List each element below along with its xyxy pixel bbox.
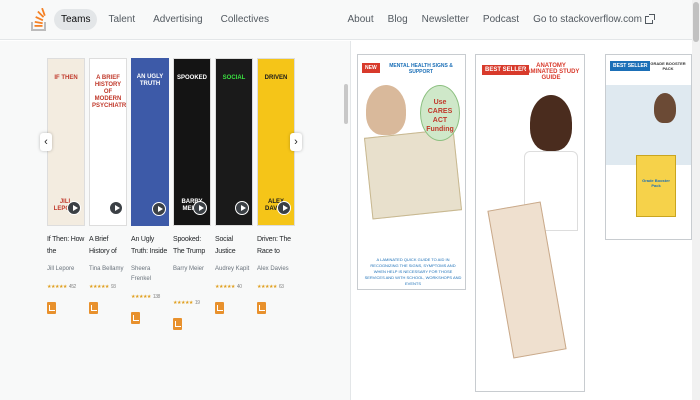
audio-play-icon[interactable] [152,202,166,216]
nav-about[interactable]: About [345,9,377,30]
ad-anatomy-guide[interactable]: BEST SELLER ANATOMY LAMINATED STUDY GUID… [475,54,585,392]
ad-badge-best-seller: BEST SELLER [610,61,651,71]
prime-badge-icon [131,312,140,324]
ad-pack-image: Grade Booster Pack [636,155,676,217]
nav-go-to-stackoverflow-label: Go to stackoverflow.com [533,14,642,25]
book-author[interactable]: Alex Davies [257,264,295,274]
secondary-nav: About Blog Newsletter Podcast Go to stac… [345,9,656,30]
ad-guide-image [363,128,463,220]
book-cover[interactable]: SPOOKED BARRY MEIER [173,58,211,226]
book-cover-title: AN UGLY TRUTH [136,74,164,87]
book-cover[interactable]: IF THEN JILL LEPORE [47,58,85,226]
book-cover-title: DRIVEN [264,75,288,81]
rating-count: 19 [194,300,200,306]
prime-badge-icon [215,302,224,314]
book-title[interactable]: Social Justice Sources from the Worldwid… [215,234,253,258]
star-rating-icons: ★★★★★ [47,284,67,290]
ad-caption: A LAMINATED QUICK GUIDE TO AID IN RECOGN… [364,257,462,286]
star-rating: ★★★★★ 138 [131,294,169,300]
ad-mental-health[interactable]: NEW MENTAL HEALTH SIGNS & SUPPORT Use CA… [357,54,466,290]
book-card[interactable]: IF THEN JILL LEPORE If Then: How the Sim… [47,58,85,314]
book-author[interactable]: Barry Meier [173,264,211,274]
nav-blog[interactable]: Blog [385,9,411,30]
ad-headline: GRADE BOOSTER PACK [650,61,686,71]
carousel-next-button[interactable]: › [290,133,302,151]
book-cover-title: SOCIAL [222,75,246,81]
ad-headline: ANATOMY LAMINATED STUDY GUIDE [522,63,580,81]
nav-collectives[interactable]: Collectives [214,9,276,30]
star-rating: ★★★★★ 93 [89,284,127,290]
star-rating: ★★★★★ 40 [215,284,253,290]
page-scrollbar[interactable] [692,0,700,400]
star-rating-icons: ★★★★★ [257,284,277,290]
rating-count: 93 [110,284,116,290]
rating-count: 138 [152,294,160,300]
prime-badge-icon [47,302,56,314]
book-title[interactable]: Spooked: The Trump Dossier, Black Cube, … [173,234,211,258]
audio-play-icon[interactable] [277,201,291,215]
ad-pack-label: Grade Booster Pack [642,178,670,188]
book-cover[interactable]: A BRIEF HISTORY OF MODERN PSYCHIATRY [89,58,127,226]
ad-headline: MENTAL HEALTH SIGNS & SUPPORT [389,63,453,75]
book-card[interactable]: SOCIAL Social Justice Sources from the W… [215,58,253,314]
rating-count: 40 [236,284,242,290]
panel-divider [350,41,351,400]
book-title[interactable]: An Ugly Truth: Inside Facebook's Battle … [131,234,169,258]
rating-count: 63 [278,284,284,290]
top-navbar: Teams Talent Advertising Collectives Abo… [0,0,700,40]
ad-classroom-image [606,85,691,165]
book-author[interactable]: Tina Bellamy [89,264,127,274]
prime-badge-icon [257,302,266,314]
nav-talent[interactable]: Talent [101,9,142,30]
star-rating-icons: ★★★★★ [89,284,109,290]
star-rating-icons: ★★★★★ [131,294,151,300]
ad-person-image [530,95,572,151]
ad-callout: Use CARES ACT Funding [420,85,460,141]
prime-badge-icon [89,302,98,314]
audio-play-icon[interactable] [67,201,81,215]
book-title[interactable]: A Brief History of Modern Psycho... [89,234,127,258]
star-rating-icons: ★★★★★ [173,300,193,306]
rating-count: 452 [68,284,76,290]
audio-play-icon[interactable] [193,201,207,215]
book-author[interactable]: Jill Lepore [47,264,85,274]
book-author[interactable]: Sheera Frenkel [131,264,169,284]
star-rating: ★★★★★ 452 [47,284,85,290]
book-cover[interactable]: AN UGLY TRUTH [131,58,169,226]
page-scrollbar-thumb[interactable] [693,2,699,42]
book-title[interactable]: If Then: How the Simulmatics... [47,234,85,258]
book-cover[interactable]: SOCIAL [215,58,253,226]
star-rating: ★★★★★ 63 [257,284,295,290]
book-card[interactable]: A BRIEF HISTORY OF MODERN PSYCHIATRY A B… [89,58,127,314]
book-author[interactable]: Audrey Kapit [215,264,253,274]
nav-go-to-stackoverflow[interactable]: Go to stackoverflow.com [530,9,656,30]
nav-teams[interactable]: Teams [54,9,98,30]
ad-grade-booster[interactable]: BEST SELLER GRADE BOOSTER PACK Grade Boo… [605,54,692,240]
external-link-icon [645,13,655,24]
book-card[interactable]: DRIVEN ALEX DAVIES Driven: The Race to C… [257,58,295,314]
audio-play-icon[interactable] [109,201,123,215]
carousel-prev-button[interactable]: ‹ [40,133,52,151]
book-cover-title: A BRIEF HISTORY OF MODERN PSYCHIATRY [92,75,127,109]
book-cover-title: IF THEN [54,75,78,81]
panel-scrollbar[interactable] [344,84,348,124]
stack-overflow-logo-icon[interactable] [30,8,48,32]
star-rating-icons: ★★★★★ [215,284,235,290]
ad-person-image [366,85,406,135]
book-card[interactable]: SPOOKED BARRY MEIER Spooked: The Trump D… [173,58,211,330]
nav-advertising[interactable]: Advertising [146,9,209,30]
audio-play-icon[interactable] [235,201,249,215]
primary-nav: Teams Talent Advertising Collectives [54,9,276,30]
prime-badge-icon [173,318,182,330]
book-title[interactable]: Driven: The Race to Create the Autonom..… [257,234,295,258]
book-card[interactable]: AN UGLY TRUTH An Ugly Truth: Inside Face… [131,58,169,324]
ad-person-image [654,93,676,123]
book-cover-title: SPOOKED [176,75,207,81]
nav-newsletter[interactable]: Newsletter [419,9,472,30]
nav-podcast[interactable]: Podcast [480,9,522,30]
star-rating: ★★★★★ 19 [173,300,211,306]
